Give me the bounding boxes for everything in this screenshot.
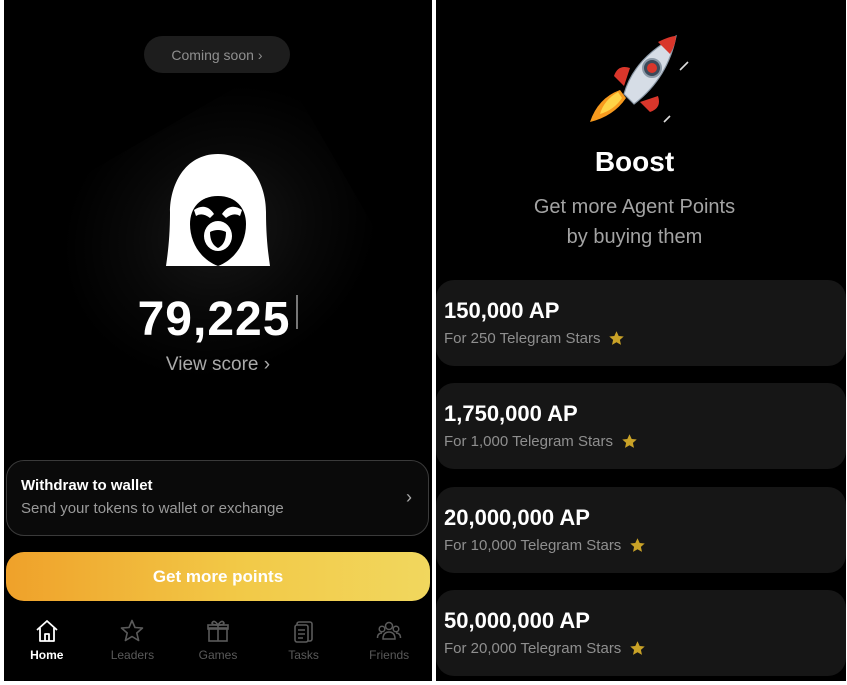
offer-price-label: For 10,000 Telegram Stars bbox=[444, 537, 622, 554]
nav-item-leaders[interactable]: Leaders bbox=[90, 618, 176, 678]
agent-hood-logo bbox=[166, 154, 270, 266]
offer-price: For 10,000 Telegram Stars bbox=[444, 537, 838, 554]
offer-price: For 20,000 Telegram Stars bbox=[444, 640, 838, 657]
chevron-right-icon: › bbox=[257, 46, 263, 63]
home-screen: Coming soon › 79,225 View score › Withdr… bbox=[4, 0, 432, 681]
coming-soon-button[interactable]: Coming soon › bbox=[144, 36, 290, 73]
boost-title: Boost bbox=[594, 146, 675, 177]
boost-subtitle: Get more Agent Points by buying them bbox=[436, 192, 833, 252]
withdraw-title: Withdraw to wallet bbox=[21, 477, 153, 494]
home-icon bbox=[36, 620, 58, 642]
offer-price: For 1,000 Telegram Stars bbox=[444, 433, 838, 450]
withdraw-to-wallet-card[interactable]: Withdraw to wallet Send your tokens to w… bbox=[6, 460, 429, 536]
offer-amount: 1,750,000 AP bbox=[444, 401, 578, 426]
nav-item-home[interactable]: Home bbox=[4, 618, 90, 678]
offer-price-label: For 250 Telegram Stars bbox=[444, 330, 601, 347]
telegram-star-icon bbox=[622, 434, 637, 448]
offer-card-50m[interactable]: 50,000,000 AP For 20,000 Telegram Stars bbox=[436, 590, 846, 676]
get-more-points-button[interactable]: Get more points bbox=[6, 552, 430, 601]
boost-screen: Boost Get more Agent Points by buying th… bbox=[436, 0, 846, 681]
nav-item-friends[interactable]: Friends bbox=[346, 618, 432, 678]
offer-card-20m[interactable]: 20,000,000 AP For 10,000 Telegram Stars bbox=[436, 487, 846, 573]
view-score-link[interactable]: View score › bbox=[4, 354, 432, 376]
telegram-star-icon bbox=[609, 331, 625, 345]
offer-price-label: For 1,000 Telegram Stars bbox=[444, 433, 613, 450]
gift-icon bbox=[207, 620, 229, 642]
offer-amount: 20,000,000 AP bbox=[444, 505, 590, 530]
offer-card-1-75m[interactable]: 1,750,000 AP For 1,000 Telegram Stars bbox=[436, 383, 846, 469]
nav-label-friends: Friends bbox=[369, 648, 410, 662]
offer-price: For 250 Telegram Stars bbox=[444, 330, 838, 347]
rocket-icon bbox=[590, 34, 689, 123]
score-value: 79,225 bbox=[4, 292, 432, 347]
offer-price-label: For 20,000 Telegram Stars bbox=[444, 640, 622, 657]
chevron-right-icon: › bbox=[406, 487, 412, 507]
chevron-right-icon: › bbox=[263, 354, 271, 375]
clipboard-icon bbox=[293, 621, 313, 643]
offer-amount: 50,000,000 AP bbox=[444, 608, 590, 633]
withdraw-subtitle: Send your tokens to wallet or exchange bbox=[21, 500, 284, 517]
view-score-label: View score bbox=[165, 354, 259, 375]
coming-soon-label: Coming soon bbox=[171, 46, 254, 63]
nav-label-leaders: Leaders bbox=[110, 648, 155, 662]
boost-subtitle-line-1: Get more Agent Points bbox=[533, 196, 736, 218]
nav-label-tasks: Tasks bbox=[288, 648, 319, 662]
nav-item-games[interactable]: Games bbox=[175, 618, 261, 678]
telegram-star-icon bbox=[630, 641, 646, 655]
text-cursor bbox=[296, 295, 299, 329]
users-icon bbox=[376, 621, 402, 640]
bottom-nav: Home Leaders Games Tasks Friends bbox=[4, 618, 432, 678]
telegram-star-icon bbox=[630, 538, 646, 552]
score-number: 79,225 bbox=[137, 293, 291, 346]
offer-amount: 150,000 AP bbox=[444, 298, 560, 323]
nav-label-games: Games bbox=[198, 648, 238, 662]
offer-card-150k[interactable]: 150,000 AP For 250 Telegram Stars bbox=[436, 280, 846, 366]
star-icon bbox=[121, 619, 144, 642]
boost-subtitle-line-2: by buying them bbox=[566, 226, 703, 248]
nav-label-home: Home bbox=[30, 648, 64, 662]
nav-item-tasks[interactable]: Tasks bbox=[261, 618, 347, 678]
